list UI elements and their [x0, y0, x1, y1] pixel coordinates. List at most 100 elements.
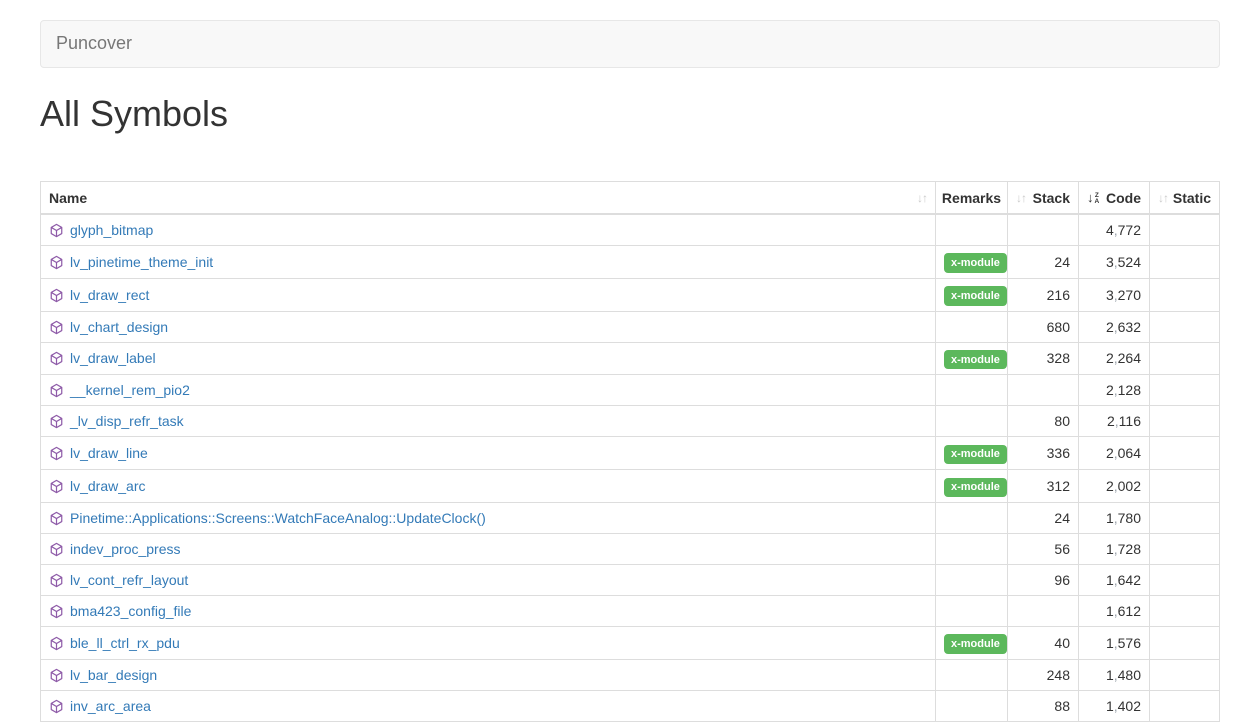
- code-cell: 1,642: [1079, 564, 1150, 595]
- symbol-name-cell: lv_draw_line: [41, 437, 936, 470]
- x-module-badge: x-module: [944, 253, 1007, 272]
- symbol-name-cell: __kernel_rem_pio2: [41, 375, 936, 406]
- stack-cell: 80: [1008, 406, 1079, 437]
- cube-icon: [49, 668, 64, 683]
- remarks-cell: x-module: [936, 437, 1008, 470]
- sort-icon: ↓↑: [1016, 188, 1026, 208]
- remarks-cell: [936, 564, 1008, 595]
- sort-icon: ↓↑: [917, 188, 927, 208]
- table-row: lv_chart_design 680 2,632: [41, 311, 1220, 342]
- stack-cell: 680: [1008, 311, 1079, 342]
- code-cell: 1,728: [1079, 533, 1150, 564]
- static-cell: [1150, 470, 1220, 503]
- table-row: lv_pinetime_theme_init x-module 24 3,524: [41, 245, 1220, 278]
- static-cell: [1150, 311, 1220, 342]
- navbar: Puncover: [40, 20, 1220, 68]
- code-cell: 2,264: [1079, 342, 1150, 375]
- column-header-stack[interactable]: ↓↑ Stack: [1008, 182, 1079, 214]
- code-cell: 4,772: [1079, 214, 1150, 246]
- x-module-badge: x-module: [944, 445, 1007, 464]
- cube-icon: [49, 699, 64, 714]
- static-cell: [1150, 375, 1220, 406]
- stack-cell: [1008, 375, 1079, 406]
- symbol-link[interactable]: Pinetime::Applications::Screens::WatchFa…: [70, 510, 486, 526]
- x-module-badge: x-module: [944, 634, 1007, 653]
- remarks-cell: [936, 375, 1008, 406]
- static-cell: [1150, 214, 1220, 246]
- column-header-static[interactable]: ↓↑ Static: [1150, 182, 1220, 214]
- symbol-name-cell: lv_draw_rect: [41, 278, 936, 311]
- symbol-link[interactable]: bma423_config_file: [70, 603, 191, 619]
- table-row: lv_cont_refr_layout 96 1,642: [41, 564, 1220, 595]
- remarks-cell: [936, 406, 1008, 437]
- symbol-link[interactable]: lv_draw_rect: [70, 287, 149, 303]
- static-cell: [1150, 564, 1220, 595]
- table-row: lv_draw_rect x-module 216 3,270: [41, 278, 1220, 311]
- symbol-link[interactable]: lv_draw_arc: [70, 478, 145, 494]
- table-header-row: Name ↓↑ Remarks ↓↑ Stack: [41, 182, 1220, 214]
- stack-cell: 96: [1008, 564, 1079, 595]
- symbol-link[interactable]: lv_cont_refr_layout: [70, 572, 188, 588]
- table-row: lv_bar_design 248 1,480: [41, 659, 1220, 690]
- x-module-badge: x-module: [944, 286, 1007, 305]
- stack-cell: 248: [1008, 659, 1079, 690]
- code-cell: 1,576: [1079, 626, 1150, 659]
- navbar-brand-link[interactable]: Puncover: [41, 31, 147, 57]
- symbol-link[interactable]: ble_ll_ctrl_rx_pdu: [70, 635, 180, 651]
- code-cell: 1,480: [1079, 659, 1150, 690]
- cube-icon: [49, 288, 64, 303]
- x-module-badge: x-module: [944, 350, 1007, 369]
- column-header-remarks[interactable]: Remarks: [936, 182, 1008, 214]
- symbol-link[interactable]: indev_proc_press: [70, 541, 181, 557]
- static-cell: [1150, 437, 1220, 470]
- remarks-cell: [936, 533, 1008, 564]
- cube-icon: [49, 542, 64, 557]
- cube-icon: [49, 383, 64, 398]
- stack-cell: 40: [1008, 626, 1079, 659]
- cube-icon: [49, 255, 64, 270]
- symbol-link[interactable]: inv_arc_area: [70, 698, 151, 714]
- column-header-code[interactable]: ↓ Z A Code: [1079, 182, 1150, 214]
- stack-cell: 216: [1008, 278, 1079, 311]
- symbol-link[interactable]: lv_draw_line: [70, 445, 148, 461]
- cube-icon: [49, 414, 64, 429]
- symbol-link[interactable]: lv_bar_design: [70, 667, 157, 683]
- static-cell: [1150, 502, 1220, 533]
- symbol-link[interactable]: lv_draw_label: [70, 350, 156, 366]
- symbol-name-cell: glyph_bitmap: [41, 214, 936, 246]
- cube-icon: [49, 573, 64, 588]
- symbol-name-cell: ble_ll_ctrl_rx_pdu: [41, 626, 936, 659]
- stack-cell: [1008, 595, 1079, 626]
- stack-cell: 312: [1008, 470, 1079, 503]
- remarks-cell: x-module: [936, 278, 1008, 311]
- static-cell: [1150, 533, 1220, 564]
- symbol-name-cell: lv_pinetime_theme_init: [41, 245, 936, 278]
- static-cell: [1150, 342, 1220, 375]
- cube-icon: [49, 320, 64, 335]
- symbol-link[interactable]: lv_chart_design: [70, 319, 168, 335]
- symbol-name-cell: lv_draw_arc: [41, 470, 936, 503]
- code-cell: 2,632: [1079, 311, 1150, 342]
- symbol-link[interactable]: lv_pinetime_theme_init: [70, 254, 213, 270]
- remarks-cell: [936, 311, 1008, 342]
- symbol-name-cell: lv_cont_refr_layout: [41, 564, 936, 595]
- static-cell: [1150, 659, 1220, 690]
- stack-cell: 24: [1008, 502, 1079, 533]
- symbol-name-cell: bma423_config_file: [41, 595, 936, 626]
- code-cell: 1,780: [1079, 502, 1150, 533]
- page-container: Puncover All Symbols Name ↓↑ Remarks: [0, 20, 1260, 722]
- table-row: Pinetime::Applications::Screens::WatchFa…: [41, 502, 1220, 533]
- remarks-cell: [936, 595, 1008, 626]
- code-cell: 1,402: [1079, 690, 1150, 721]
- symbol-link[interactable]: _lv_disp_refr_task: [70, 413, 184, 429]
- symbol-link[interactable]: glyph_bitmap: [70, 222, 153, 238]
- static-cell: [1150, 690, 1220, 721]
- static-cell: [1150, 406, 1220, 437]
- symbol-link[interactable]: __kernel_rem_pio2: [70, 382, 190, 398]
- cube-icon: [49, 511, 64, 526]
- cube-icon: [49, 351, 64, 366]
- column-header-name[interactable]: Name ↓↑: [41, 182, 936, 214]
- column-label-stack: Stack: [1033, 188, 1070, 208]
- table-row: indev_proc_press 56 1,728: [41, 533, 1220, 564]
- static-cell: [1150, 595, 1220, 626]
